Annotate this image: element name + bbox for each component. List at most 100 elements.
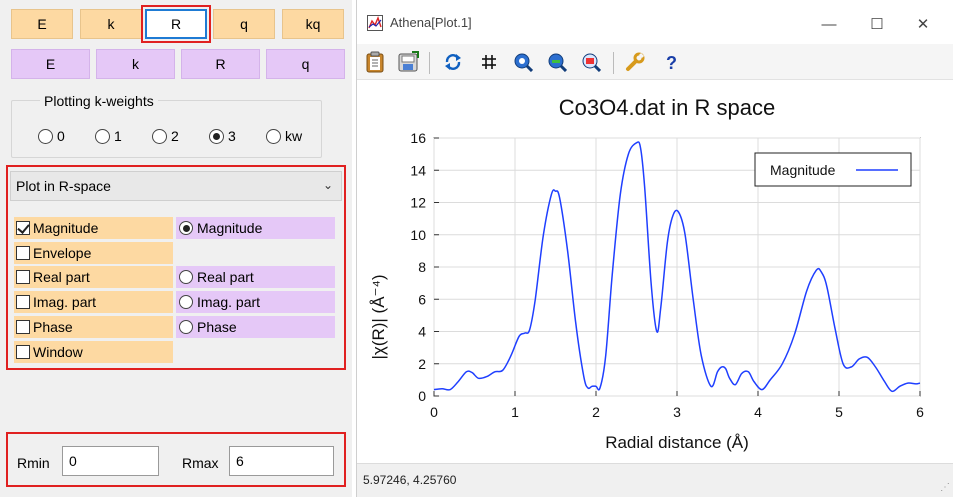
phase-radio[interactable]: Phase (176, 316, 335, 338)
x-tick-label: 1 (511, 404, 519, 420)
radio-selected-icon (209, 128, 224, 144)
minimize-button[interactable]: — (809, 10, 849, 38)
space-button-multi-q[interactable]: q (266, 49, 345, 79)
x-tick-label: 4 (754, 404, 762, 420)
resize-grip-icon[interactable]: ⋰ (940, 482, 950, 493)
radio-icon (95, 128, 110, 144)
kweight-label: 1 (114, 128, 122, 144)
space-button-multi-r[interactable]: R (181, 49, 260, 79)
checkbox-label: Real part (33, 269, 90, 285)
y-tick-label: 12 (410, 195, 426, 211)
plot-window: Athena[Plot.1] — ☐ ✕ ? 0 2 4 6 8 10 12 1… (356, 0, 953, 497)
left-control-panel: E k R q kq E k R q Plotting k-weights 0 … (0, 0, 352, 497)
radio-label: Magnitude (197, 220, 263, 236)
checkbox-icon (16, 295, 30, 309)
space-button-k[interactable]: k (80, 9, 142, 39)
checkbox-label: Magnitude (33, 220, 99, 236)
toolbar-separator (613, 52, 614, 74)
window-titlebar: Athena[Plot.1] — ☐ ✕ (357, 0, 953, 44)
magnitude-radio[interactable]: Magnitude (176, 217, 335, 239)
checkbox-icon (16, 320, 30, 334)
checkbox-icon (16, 246, 30, 260)
checkbox-label: Imag. part (33, 294, 97, 310)
kweight-group-title: Plotting k-weights (40, 93, 158, 109)
plot-toolbar: ? (357, 44, 953, 80)
kweight-radio-3[interactable]: 3 (209, 128, 236, 144)
zoom-in-icon[interactable] (511, 50, 535, 74)
y-tick-label: 0 (418, 388, 426, 404)
y-tick-label: 16 (410, 130, 426, 146)
envelope-checkbox[interactable]: Envelope (14, 242, 173, 264)
kweight-label: 0 (57, 128, 65, 144)
radio-label: Real part (197, 269, 254, 285)
radio-icon (179, 320, 193, 334)
x-axis-label: Radial distance (Å) (605, 433, 749, 452)
kweight-radio-1[interactable]: 1 (95, 128, 122, 144)
space-button-e[interactable]: E (11, 9, 73, 39)
radio-icon (266, 128, 281, 144)
plot-area[interactable]: 0 2 4 6 8 10 12 14 16 0123456 Co3O4.dat in R spa… (357, 80, 953, 460)
kweight-radio-kw[interactable]: kw (266, 128, 302, 144)
radio-icon (179, 295, 193, 309)
chart-svg: 0246810121416 0123456 Co3O4.dat in R spa… (369, 95, 924, 452)
legend: Magnitude (754, 152, 912, 187)
space-button-multi-e[interactable]: E (11, 49, 90, 79)
toolbar-separator (429, 52, 430, 74)
rmax-input[interactable]: 6 (229, 446, 334, 476)
plot-space-select[interactable]: Plot in R-space ⌄ (10, 171, 342, 201)
space-button-multi-k[interactable]: k (96, 49, 175, 79)
chart-title: Co3O4.dat in R space (559, 95, 775, 120)
space-button-r[interactable]: R (141, 5, 211, 43)
real-part-checkbox[interactable]: Real part (14, 266, 173, 288)
radio-icon (152, 128, 167, 144)
rmax-label: Rmax (182, 455, 219, 471)
settings-icon[interactable] (623, 50, 647, 74)
radio-label: Phase (197, 319, 237, 335)
cursor-coords: 5.97246, 4.25760 (363, 473, 457, 487)
kweight-label: kw (285, 128, 303, 144)
real-part-radio[interactable]: Real part (176, 266, 335, 288)
radio-label: Imag. part (197, 294, 261, 310)
x-tick-label: 0 (430, 404, 438, 420)
imag-part-radio[interactable]: Imag. part (176, 291, 335, 313)
radio-icon (179, 270, 193, 284)
chevron-down-icon: ⌄ (322, 178, 333, 192)
y-tick-label: 2 (418, 356, 426, 372)
clipboard-icon[interactable] (363, 50, 387, 74)
svg-text:?: ? (666, 53, 677, 72)
phase-checkbox[interactable]: Phase (14, 316, 173, 338)
x-tick-label: 6 (916, 404, 924, 420)
magnitude-checkbox[interactable]: Magnitude (14, 217, 173, 239)
checkbox-icon (16, 270, 30, 284)
rmin-input[interactable]: 0 (62, 446, 159, 476)
radio-selected-icon (179, 221, 193, 235)
refresh-icon[interactable] (441, 50, 465, 74)
rmin-label: Rmin (17, 455, 50, 471)
plot-app-icon (367, 15, 383, 34)
space-button-q[interactable]: q (213, 9, 275, 39)
checkbox-label: Window (33, 344, 83, 360)
zoom-reset-icon[interactable] (579, 50, 603, 74)
help-icon[interactable]: ? (659, 50, 683, 74)
window-checkbox[interactable]: Window (14, 341, 173, 363)
kweight-label: 2 (171, 128, 179, 144)
x-tick-label: 3 (673, 404, 681, 420)
checkbox-label: Envelope (33, 245, 92, 261)
zoom-out-icon[interactable] (545, 50, 569, 74)
y-tick-label: 4 (418, 324, 426, 340)
grid-icon[interactable] (477, 50, 501, 74)
plot-space-select-value: Plot in R-space (16, 178, 111, 194)
kweight-radio-2[interactable]: 2 (152, 128, 179, 144)
y-tick-label: 6 (418, 291, 426, 307)
maximize-button[interactable]: ☐ (857, 10, 897, 38)
imag-part-checkbox[interactable]: Imag. part (14, 291, 173, 313)
y-tick-label: 10 (410, 227, 426, 243)
y-tick-label: 14 (410, 162, 426, 178)
kweight-label: 3 (228, 128, 236, 144)
y-tick-label: 8 (418, 259, 426, 275)
close-button[interactable]: ✕ (903, 10, 943, 38)
kweight-radio-0[interactable]: 0 (38, 128, 65, 144)
space-button-kq[interactable]: kq (282, 9, 344, 39)
save-image-icon[interactable] (397, 50, 421, 74)
checkbox-label: Phase (33, 319, 73, 335)
